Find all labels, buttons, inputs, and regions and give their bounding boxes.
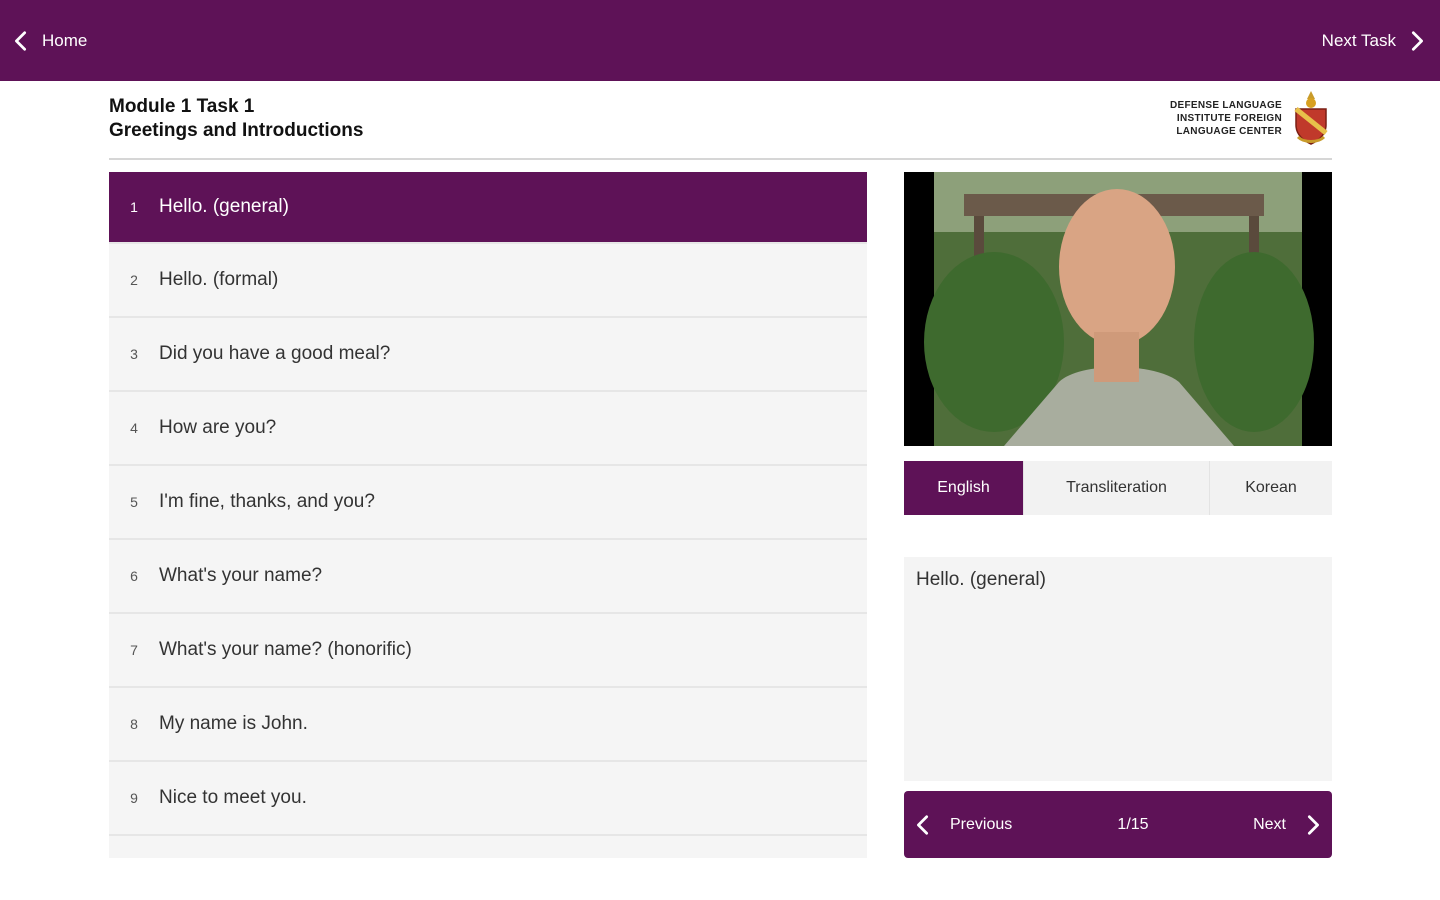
phrase-text: What's your name? (honorific) — [159, 639, 412, 660]
phrase-number: 5 — [130, 494, 138, 510]
logo-text: DEFENSE LANGUAGE INSTITUTE FOREIGN LANGU… — [1170, 99, 1282, 138]
next-button[interactable]: Next — [1253, 791, 1324, 858]
logo-line-2: INSTITUTE FOREIGN — [1176, 112, 1282, 124]
home-button[interactable]: Home — [10, 0, 87, 81]
phrase-number: 6 — [130, 568, 138, 584]
phrase-number: 9 — [130, 790, 138, 806]
avatar-video[interactable] — [904, 172, 1332, 446]
top-app-bar: Home Next Task — [0, 0, 1440, 81]
module-subtitle: Greetings and Introductions — [109, 120, 364, 141]
language-tabs: English Transliteration Korean — [904, 461, 1332, 515]
home-label: Home — [42, 30, 88, 50]
phrase-number: 3 — [130, 346, 138, 362]
phrase-number: 8 — [130, 716, 138, 732]
chevron-right-icon — [1302, 814, 1324, 836]
phrase-text: How are you? — [159, 417, 277, 438]
module-header: Module 1 Task 1 Greetings and Introducti… — [109, 81, 1332, 160]
phrase-pager: Previous 1/15 Next — [904, 791, 1332, 858]
phrase-list: 1 Hello. (general) 2 Hello. (formal) 3 D… — [109, 172, 867, 858]
phrase-display-panel: Hello. (general) — [904, 557, 1332, 781]
avatar-image — [904, 172, 1332, 446]
chevron-right-icon — [1406, 30, 1428, 52]
list-item[interactable]: 8 My name is John. — [109, 688, 867, 762]
phrase-text: Hello. (formal) — [159, 269, 279, 290]
list-item[interactable]: 1 Hello. (general) — [109, 172, 867, 244]
list-item[interactable]: 9 Nice to meet you. — [109, 762, 867, 836]
phrase-text: Nice to meet you. — [159, 787, 307, 808]
tab-transliteration[interactable]: Transliteration — [1024, 461, 1210, 515]
phrase-text: I'm fine, thanks, and you? — [159, 491, 375, 512]
list-item[interactable]: 7 What's your name? (honorific) — [109, 614, 867, 688]
logo-line-1: DEFENSE LANGUAGE — [1169, 99, 1282, 111]
phrase-number: 1 — [130, 199, 138, 215]
phrase-number: 4 — [130, 420, 138, 436]
dli-logo: DEFENSE LANGUAGE INSTITUTE FOREIGN LANGU… — [1170, 89, 1332, 147]
tab-korean[interactable]: Korean — [1210, 461, 1332, 515]
list-item[interactable]: 3 Did you have a good meal? — [109, 318, 867, 392]
list-item[interactable]: 6 What's your name? — [109, 540, 867, 614]
module-title: Module 1 Task 1 — [109, 96, 255, 117]
phrase-text: What's your name? — [159, 565, 323, 586]
next-task-label: Next Task — [1321, 30, 1396, 50]
logo-line-3: LANGUAGE CENTER — [1176, 125, 1282, 137]
next-task-button[interactable]: Next Task — [1322, 0, 1428, 81]
list-item[interactable]: 5 I'm fine, thanks, and you? — [109, 466, 867, 540]
crest-icon — [1294, 91, 1328, 145]
list-item[interactable]: 4 How are you? — [109, 392, 867, 466]
chevron-left-icon — [10, 30, 32, 52]
tab-english[interactable]: English — [904, 461, 1024, 515]
phrase-number: 7 — [130, 642, 138, 658]
list-item[interactable]: 2 Hello. (formal) — [109, 244, 867, 318]
phrase-display-text: Hello. (general) — [916, 569, 1046, 590]
phrase-text: Did you have a good meal? — [159, 343, 391, 364]
phrase-text: My name is John. — [159, 713, 308, 734]
next-label: Next — [1253, 815, 1286, 833]
phrase-number: 2 — [130, 272, 138, 288]
phrase-text: Hello. (general) — [159, 196, 289, 217]
